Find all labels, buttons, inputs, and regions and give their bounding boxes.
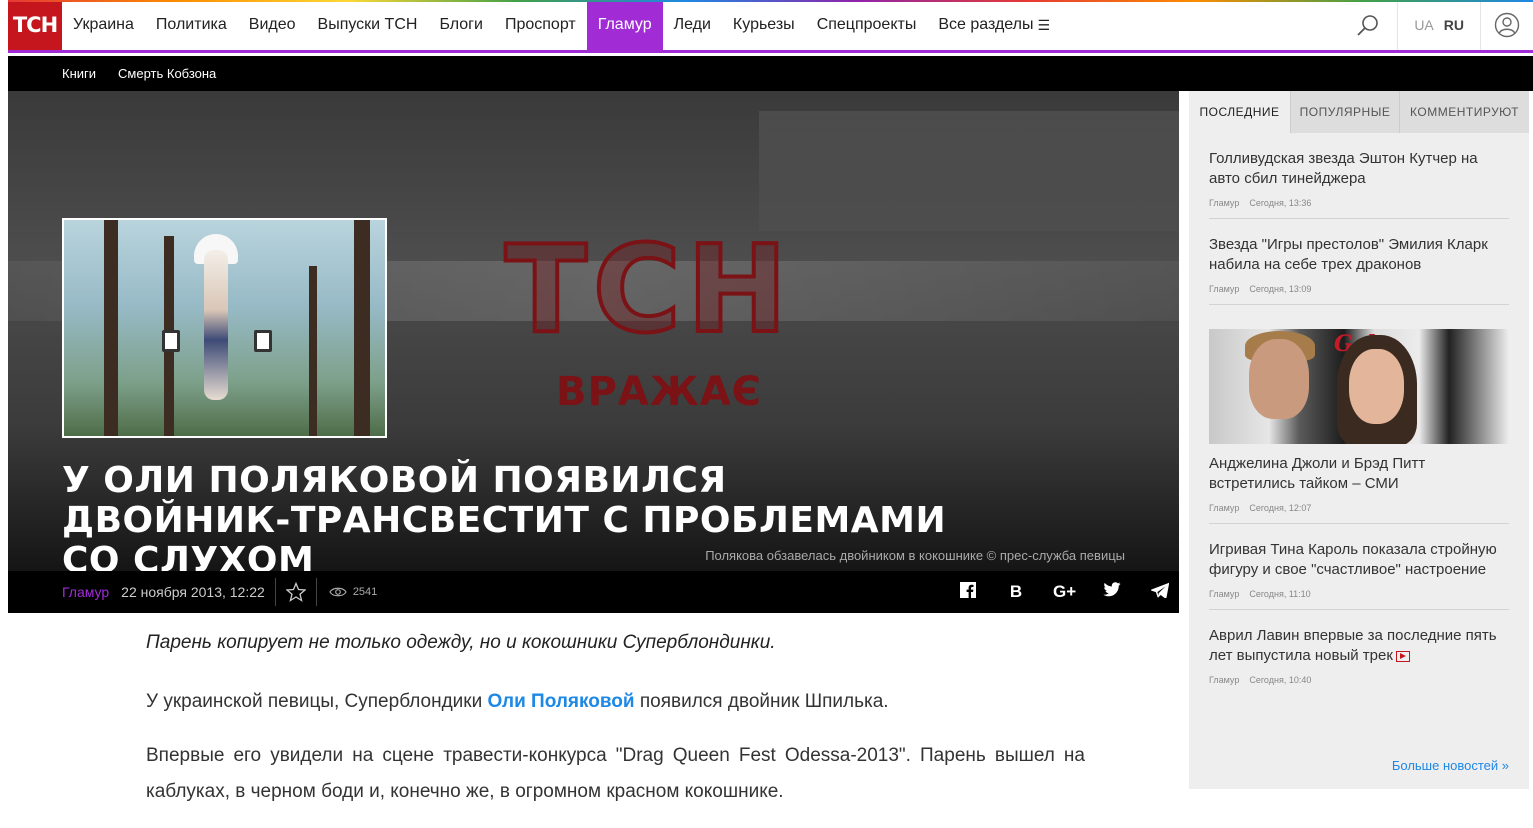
news-category: Гламур xyxy=(1209,589,1240,599)
vk-icon[interactable]: В xyxy=(1005,582,1027,602)
tab-popular[interactable]: ПОПУЛЯРНЫЕ xyxy=(1290,91,1399,133)
all-sections-label: Все разделы xyxy=(938,16,1034,33)
language-switcher: UA RU xyxy=(1398,0,1481,50)
news-time: Сегодня, 10:40 xyxy=(1249,675,1312,685)
photo-decoration xyxy=(1249,339,1309,419)
news-title[interactable]: Голливудская звезда Эштон Кутчер на авто… xyxy=(1209,149,1509,189)
news-time: Сегодня, 11:10 xyxy=(1249,589,1311,599)
news-meta: Гламур Сегодня, 12:07 xyxy=(1209,503,1509,513)
share-buttons: В G+ xyxy=(957,581,1179,603)
singer-link[interactable]: Оли Поляковой xyxy=(487,691,634,712)
google-plus-icon[interactable]: G+ xyxy=(1053,582,1076,602)
tree-decoration xyxy=(104,220,118,436)
tab-latest[interactable]: ПОСЛЕДНИЕ xyxy=(1189,91,1290,133)
top-navigation: ТСН Украина Политика Видео Выпуски ТСН Б… xyxy=(8,0,1533,53)
watermark-logo: ТСН xyxy=(503,219,794,362)
facebook-icon[interactable] xyxy=(957,581,979,603)
list-item[interactable]: Аврил Лавин впервые за последние пять ле… xyxy=(1209,610,1509,695)
news-title[interactable]: Аврил Лавин впервые за последние пять ле… xyxy=(1209,626,1509,666)
nav-item-curiosities[interactable]: Курьезы xyxy=(722,0,806,50)
news-title-text: Аврил Лавин впервые за последние пять ле… xyxy=(1209,627,1497,664)
sidebar-tabs: ПОСЛЕДНИЕ ПОПУЛЯРНЫЕ КОММЕНТИРУЮТ xyxy=(1189,91,1529,133)
news-photo[interactable]: Gala xyxy=(1209,329,1509,444)
search-icon[interactable] xyxy=(1338,0,1399,50)
nav-item-ukraine[interactable]: Украина xyxy=(62,0,145,50)
views-counter: 2541 xyxy=(317,586,377,598)
target-board xyxy=(162,330,180,352)
news-time: Сегодня, 13:36 xyxy=(1249,198,1312,208)
tsn-logo[interactable]: ТСН xyxy=(8,0,62,50)
photo-decoration xyxy=(1349,349,1404,424)
list-item[interactable]: Игривая Тина Кароль показала стройную фи… xyxy=(1209,524,1509,610)
header-tools: UA RU xyxy=(1338,0,1533,50)
news-time: Сегодня, 13:09 xyxy=(1249,284,1312,294)
news-list: Голливудская звезда Эштон Кутчер на авто… xyxy=(1189,133,1529,695)
main-menu: Украина Политика Видео Выпуски ТСН Блоги… xyxy=(62,0,1061,50)
user-icon[interactable] xyxy=(1481,0,1533,50)
telegram-icon[interactable] xyxy=(1149,582,1171,603)
views-count: 2541 xyxy=(352,586,378,598)
article-thumbnail[interactable] xyxy=(62,218,387,438)
article-paragraph: Впервые его увидели на сцене травести-ко… xyxy=(146,745,1085,802)
nav-item-blogs[interactable]: Блоги xyxy=(428,0,494,50)
photo-caption: Полякова обзавелась двойником в кокошник… xyxy=(705,548,1125,563)
nav-item-lady[interactable]: Леди xyxy=(663,0,722,50)
article-hero: ТСН ТСН ВРАЖАЄ У Оли Поляковой появился … xyxy=(8,91,1179,571)
article-date: 22 ноября 2013, 12:22 xyxy=(121,578,276,606)
paragraph-text: У украинской певицы, Суперблондики xyxy=(146,691,488,712)
menu-icon: ☰ xyxy=(1037,16,1051,33)
article-paragraph: У украинской певицы, Суперблондики Оли П… xyxy=(146,684,1085,720)
nav-item-all-sections[interactable]: Все разделы ☰ xyxy=(927,0,1061,50)
nav-item-politics[interactable]: Политика xyxy=(145,0,238,50)
article-category[interactable]: Гламур xyxy=(62,584,109,600)
paragraph-text: появился двойник Шпилька. xyxy=(634,691,889,712)
news-meta: Гламур Сегодня, 13:36 xyxy=(1209,198,1509,208)
tree-decoration xyxy=(309,266,317,436)
hero-background-highlight xyxy=(759,111,1179,231)
more-news-link[interactable]: Больше новостей » xyxy=(1392,758,1509,773)
news-category: Гламур xyxy=(1209,198,1240,208)
news-category: Гламур xyxy=(1209,675,1240,685)
list-item[interactable]: Голливудская звезда Эштон Кутчер на авто… xyxy=(1209,133,1509,219)
nav-item-special-projects[interactable]: Спецпроекты xyxy=(806,0,928,50)
bookmark-star-icon[interactable] xyxy=(276,578,317,606)
nav-item-glamour[interactable]: Гламур xyxy=(586,0,663,50)
news-category: Гламур xyxy=(1209,284,1240,294)
video-icon xyxy=(1395,650,1410,662)
tab-commented[interactable]: КОММЕНТИРУЮТ xyxy=(1399,91,1529,133)
singer-figure xyxy=(204,250,228,400)
list-item[interactable]: Звезда "Игры престолов" Эмилия Кларк наб… xyxy=(1209,219,1509,305)
eye-icon xyxy=(329,587,347,597)
tree-decoration xyxy=(354,220,370,436)
list-item[interactable]: Gala Анджелина Джоли и Брэд Питт встрети… xyxy=(1209,305,1509,524)
nav-item-tsn-issues[interactable]: Выпуски ТСН xyxy=(307,0,429,50)
twitter-icon[interactable] xyxy=(1101,582,1123,602)
lang-ua[interactable]: UA xyxy=(1414,17,1433,33)
news-sidebar: ПОСЛЕДНИЕ ПОПУЛЯРНЫЕ КОММЕНТИРУЮТ Голлив… xyxy=(1189,91,1529,789)
article-lead: Парень копирует не только одежду, но и к… xyxy=(146,632,776,653)
news-title[interactable]: Звезда "Игры престолов" Эмилия Кларк наб… xyxy=(1209,235,1509,275)
article-body: Парень копирует не только одежду, но и к… xyxy=(146,632,1085,828)
watermark-subtitle: ВРАЖАЄ xyxy=(556,369,763,415)
nav-item-video[interactable]: Видео xyxy=(238,0,307,50)
lang-ru[interactable]: RU xyxy=(1444,17,1464,33)
news-meta: Гламур Сегодня, 13:09 xyxy=(1209,284,1509,294)
article-meta-bar: Гламур 22 ноября 2013, 12:22 2541 В G+ xyxy=(8,571,1179,613)
subnav-kobzon-death[interactable]: Смерть Кобзона xyxy=(118,66,216,81)
target-board xyxy=(254,330,272,352)
news-title[interactable]: Игривая Тина Кароль показала стройную фи… xyxy=(1209,540,1509,580)
nav-item-prosport[interactable]: Проспорт xyxy=(494,0,587,50)
sub-navigation: Книги Смерть Кобзона xyxy=(8,56,1533,91)
subnav-books[interactable]: Книги xyxy=(62,66,96,81)
news-title[interactable]: Анджелина Джоли и Брэд Питт встретились … xyxy=(1209,454,1509,494)
news-meta: Гламур Сегодня, 10:40 xyxy=(1209,675,1509,685)
news-time: Сегодня, 12:07 xyxy=(1249,503,1312,513)
news-category: Гламур xyxy=(1209,503,1240,513)
news-meta: Гламур Сегодня, 11:10 xyxy=(1209,589,1509,599)
